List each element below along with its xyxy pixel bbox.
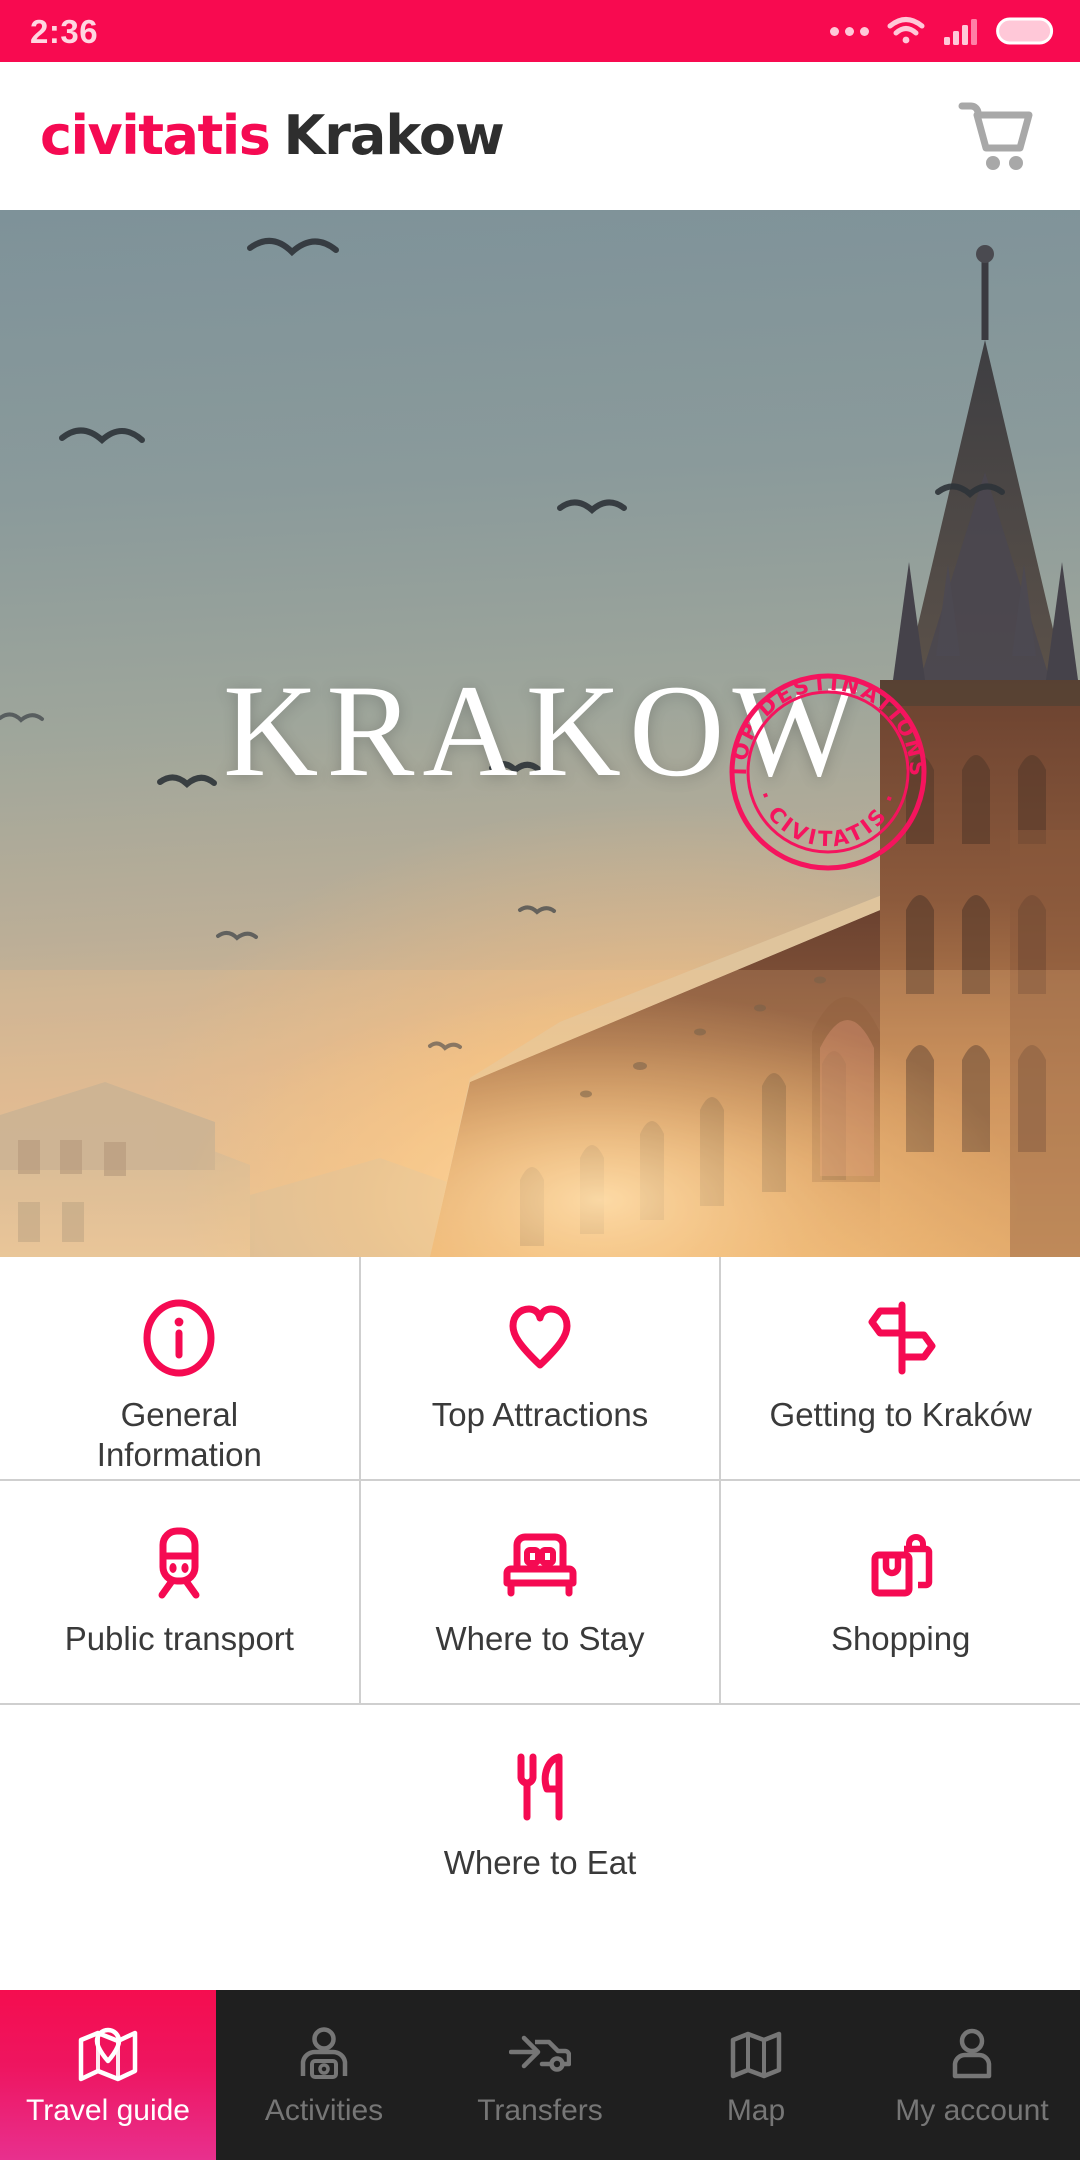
menu-item-top-attractions[interactable]: Top Attractions	[360, 1257, 720, 1479]
nav-tab-map[interactable]: Map	[648, 1990, 864, 2160]
status-icons	[830, 16, 1054, 46]
shopping-cart-icon	[958, 102, 1033, 170]
page-title: Krakow	[283, 104, 504, 167]
nav-tab-label: Map	[726, 2094, 786, 2127]
cellular-signal-icon	[944, 19, 977, 45]
battery-icon	[996, 17, 1054, 45]
menu-item-public-transport[interactable]: Public transport	[0, 1481, 359, 1703]
car-arrow-icon	[509, 2024, 571, 2086]
app-header: civitatis Krakow	[0, 62, 1080, 210]
menu-row-3: Where to Eat	[0, 1705, 1080, 1923]
brand-title[interactable]: civitatis Krakow	[40, 104, 505, 167]
info-circle-icon	[140, 1299, 218, 1377]
train-icon	[140, 1523, 218, 1601]
cart-button[interactable]	[948, 88, 1044, 184]
fork-knife-icon	[501, 1747, 579, 1825]
person-camera-icon	[295, 2024, 353, 2086]
grid-empty-cell	[720, 1705, 1080, 1923]
brand-logo-text: civitatis	[40, 104, 271, 167]
wifi-icon	[887, 17, 925, 44]
menu-item-getting-to-krakow[interactable]: Getting to Kraków	[721, 1257, 1080, 1479]
menu-item-label: Where to Eat	[443, 1844, 637, 1881]
nav-tab-label: Travel guide	[26, 2094, 190, 2127]
menu-row-1: General Information Top Attractions Gett…	[0, 1257, 1080, 1479]
grid-empty-cell	[0, 1705, 360, 1923]
svg-text:· CIVITATIS ·: · CIVITATIS ·	[753, 787, 904, 851]
badge-bottom-text: · CIVITATIS ·	[753, 787, 900, 851]
nav-tab-transfers[interactable]: Transfers	[432, 1990, 648, 2160]
nav-tab-activities[interactable]: Activities	[216, 1990, 432, 2160]
bottom-navigation: Travel guide Activities Transfers Map My…	[0, 1990, 1080, 2160]
menu-item-label: General Information	[96, 1396, 262, 1473]
menu-item-shopping[interactable]: Shopping	[721, 1481, 1080, 1703]
signpost-icon	[862, 1299, 940, 1377]
menu-item-label: Where to Stay	[435, 1620, 645, 1657]
menu-item-general-information[interactable]: General Information	[0, 1257, 359, 1479]
user-icon	[943, 2024, 1001, 2086]
folded-map-pin-icon	[77, 2024, 139, 2086]
menu-row-2: Public transport Where to Stay Shopping	[0, 1481, 1080, 1703]
status-time: 2:36	[30, 12, 99, 50]
map-icon	[727, 2024, 785, 2086]
bed-icon	[501, 1523, 579, 1601]
menu-item-where-to-stay[interactable]: Where to Stay	[360, 1481, 720, 1703]
heart-icon	[501, 1299, 579, 1377]
badge-top-text: TOP DESTINATIONS	[727, 671, 927, 779]
menu-item-label: Top Attractions	[431, 1396, 649, 1433]
hero-banner[interactable]: KRAKOW TOP DESTINATIONS · CIVITATIS ·	[0, 210, 1080, 1257]
nav-tab-label: My account	[895, 2094, 1049, 2127]
nav-tab-label: Transfers	[477, 2094, 603, 2127]
shopping-bags-icon	[862, 1523, 940, 1601]
travel-guide-menu-grid: General Information Top Attractions Gett…	[0, 1257, 1080, 1990]
status-bar: 2:36	[0, 0, 1080, 62]
app-screen: 2:36 civitatis Krakow KRAKOW TOP DESTINA…	[0, 0, 1080, 2160]
menu-item-label: Shopping	[830, 1620, 971, 1657]
menu-item-where-to-eat[interactable]: Where to Eat	[360, 1705, 720, 1923]
nav-tab-label: Activities	[264, 2094, 384, 2127]
svg-text:TOP DESTINATIONS: TOP DESTINATIONS	[727, 671, 929, 779]
more-dots-icon	[830, 26, 869, 36]
menu-item-label: Getting to Kraków	[769, 1396, 1032, 1433]
menu-item-label: Public transport	[64, 1620, 294, 1657]
nav-tab-my-account[interactable]: My account	[864, 1990, 1080, 2160]
top-destinations-badge: TOP DESTINATIONS · CIVITATIS ·	[727, 671, 929, 871]
nav-tab-travel-guide[interactable]: Travel guide	[0, 1990, 216, 2160]
